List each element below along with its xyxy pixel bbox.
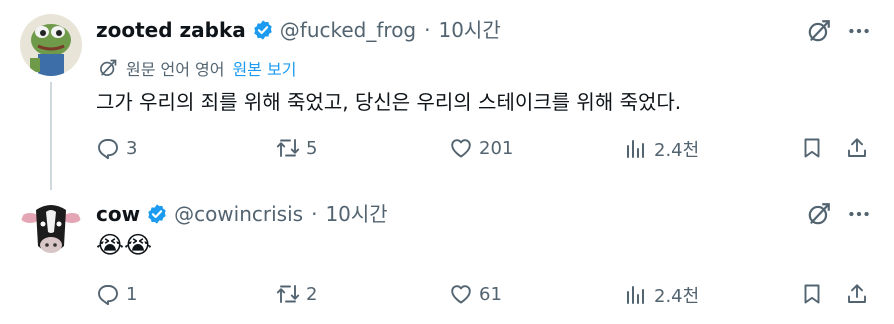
translation-note: 원문 언어 영어 원본 보기 xyxy=(98,56,296,80)
like-icon xyxy=(451,285,471,304)
reply-button[interactable]: 1 xyxy=(96,282,137,306)
separator: · xyxy=(424,18,431,42)
retweet-button[interactable]: 2 xyxy=(276,282,317,306)
like-count: 201 xyxy=(479,137,514,159)
view-count: 2.4천 xyxy=(654,286,700,307)
bookmark-button[interactable] xyxy=(800,136,830,160)
frog-avatar-icon xyxy=(20,14,82,76)
view-original-link[interactable]: 원본 보기 xyxy=(233,56,297,80)
view-count: 2.4천 xyxy=(654,140,700,161)
retweet-count: 2 xyxy=(306,283,318,305)
share-icon xyxy=(848,284,866,303)
views-icon xyxy=(627,286,644,304)
tweet-text: 그가 우리의 죄를 위해 죽었고, 당신은 우리의 스테이크를 위해 죽었다. xyxy=(96,90,682,114)
handle[interactable]: @cowincrisis xyxy=(174,202,303,226)
more-icon[interactable] xyxy=(846,201,872,227)
avatar[interactable] xyxy=(20,14,82,76)
timestamp[interactable]: 10시간 xyxy=(438,18,500,42)
retweet-count: 5 xyxy=(306,137,318,159)
views-button[interactable]: 2.4천 xyxy=(624,282,699,308)
translation-label: 원문 언어 영어 xyxy=(126,60,225,79)
like-button[interactable]: 61 xyxy=(449,282,502,306)
like-button[interactable]: 201 xyxy=(449,136,513,160)
tweet-actions: 3 5 201 2.4천 xyxy=(0,128,894,168)
tweet-top-actions xyxy=(792,18,872,44)
like-icon xyxy=(451,139,471,158)
tweet[interactable]: zooted zabka @fucked_frog · 10시간 원문 언어 영… xyxy=(0,0,894,190)
like-count: 61 xyxy=(479,283,502,305)
reply-icon xyxy=(98,285,118,306)
retweet-button[interactable]: 5 xyxy=(276,136,317,160)
timestamp[interactable]: 10시간 xyxy=(325,202,387,226)
grok-icon[interactable] xyxy=(806,18,832,44)
tweet[interactable]: cow @cowincrisis · 10시간 😭😭 1 2 61 2.4천 xyxy=(0,188,894,324)
share-button[interactable] xyxy=(845,282,875,306)
translate-icon xyxy=(100,59,117,76)
display-name[interactable]: zooted zabka xyxy=(96,18,246,42)
bookmark-button[interactable] xyxy=(800,282,830,306)
reply-count: 1 xyxy=(126,283,138,305)
tweet-header: cow @cowincrisis · 10시간 xyxy=(96,202,388,226)
retweet-icon xyxy=(276,285,300,303)
bookmark-icon xyxy=(804,284,820,304)
retweet-icon xyxy=(276,139,300,157)
tweet-header: zooted zabka @fucked_frog · 10시간 xyxy=(96,18,501,42)
more-icon[interactable] xyxy=(846,18,872,44)
tweet-actions: 1 2 61 2.4천 xyxy=(0,274,894,314)
reply-count: 3 xyxy=(126,137,138,159)
views-icon xyxy=(627,140,644,158)
bookmark-icon xyxy=(804,138,820,158)
tweet-text: 😭😭 xyxy=(96,231,153,259)
verified-badge-icon xyxy=(254,20,272,40)
share-icon xyxy=(848,138,866,157)
reply-button[interactable]: 3 xyxy=(96,136,137,160)
separator: · xyxy=(311,202,318,226)
tweet-top-actions xyxy=(792,201,872,227)
views-button[interactable]: 2.4천 xyxy=(624,136,699,162)
grok-icon[interactable] xyxy=(806,201,832,227)
handle[interactable]: @fucked_frog xyxy=(280,18,416,42)
display-name[interactable]: cow xyxy=(96,202,140,226)
avatar[interactable] xyxy=(20,198,82,260)
cow-avatar-icon xyxy=(20,198,82,260)
share-button[interactable] xyxy=(845,136,875,160)
reply-icon xyxy=(98,139,118,160)
verified-badge-icon xyxy=(148,204,166,224)
